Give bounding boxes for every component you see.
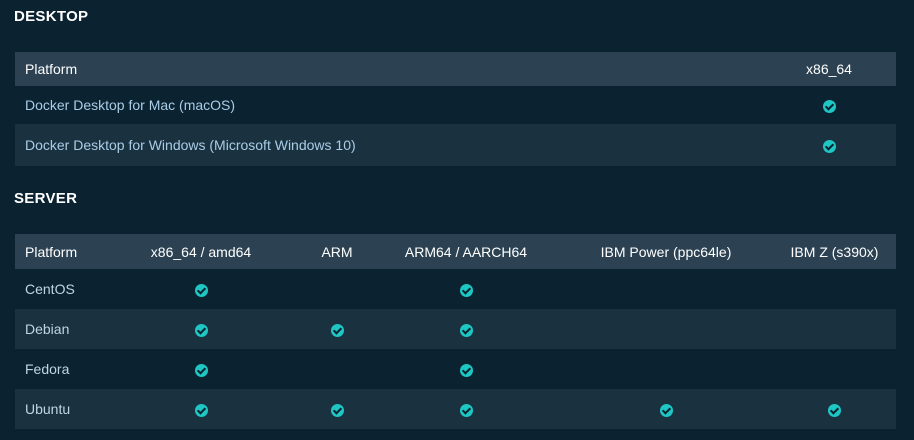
- server-platform-table: Platform x86_64 / amd64 ARM ARM64 / AARC…: [15, 234, 896, 429]
- check-circle-icon: [459, 323, 473, 337]
- support-cell: [101, 389, 301, 429]
- support-cell: [101, 269, 301, 309]
- check-circle-icon: [659, 403, 673, 417]
- table-row: Debian: [15, 309, 896, 349]
- column-header-platform: Platform: [25, 61, 78, 77]
- check-circle-icon: [459, 403, 473, 417]
- table-header-row: Platform x86_64 / amd64 ARM ARM64 / AARC…: [15, 234, 896, 269]
- check-circle-icon: [822, 99, 836, 113]
- support-cell: [101, 349, 301, 389]
- table-row: CentOS: [15, 269, 896, 309]
- check-circle-icon: [330, 403, 344, 417]
- support-cell: [373, 309, 559, 349]
- column-header-ibm-z: IBM Z (s390x): [790, 243, 879, 260]
- support-cell: [373, 349, 559, 389]
- check-circle-icon: [194, 363, 208, 377]
- column-header-arm: ARM: [321, 243, 353, 260]
- platform-link-docker-desktop-windows[interactable]: Docker Desktop for Windows (Microsoft Wi…: [15, 124, 762, 166]
- column-header-arm64-aarch64: ARM64 / AARCH64: [404, 243, 528, 260]
- support-cell: [773, 269, 896, 309]
- support-cell: [559, 309, 773, 349]
- column-header-x86-64-amd64: x86_64 / amd64: [150, 243, 252, 260]
- table-row: Docker Desktop for Windows (Microsoft Wi…: [15, 124, 896, 166]
- support-cell: [762, 124, 896, 166]
- check-circle-icon: [194, 403, 208, 417]
- platform-link-docker-desktop-mac[interactable]: Docker Desktop for Mac (macOS): [15, 86, 762, 124]
- column-header-ibm-power: IBM Power (ppc64le): [600, 243, 732, 260]
- desktop-platform-table: Platform x86_64 Docker Desktop for Mac (…: [15, 52, 896, 166]
- support-cell: [101, 309, 301, 349]
- support-cell: [559, 349, 773, 389]
- check-circle-icon: [194, 323, 208, 337]
- support-cell: [373, 269, 559, 309]
- support-cell: [301, 389, 373, 429]
- support-cell: [762, 86, 896, 124]
- server-section-heading: SERVER: [14, 190, 78, 207]
- support-cell: [773, 389, 896, 429]
- platform-name-ubuntu: Ubuntu: [25, 401, 71, 417]
- table-row: Docker Desktop for Mac (macOS): [15, 86, 896, 124]
- check-circle-icon: [459, 363, 473, 377]
- support-cell: [773, 349, 896, 389]
- support-cell: [301, 309, 373, 349]
- check-circle-icon: [194, 283, 208, 297]
- check-circle-icon: [828, 403, 841, 417]
- table-header-row: Platform x86_64: [15, 52, 896, 86]
- platform-name-fedora: Fedora: [25, 361, 70, 377]
- support-cell: [301, 349, 373, 389]
- column-header-x86-64: x86_64: [806, 61, 852, 77]
- table-row: Ubuntu: [15, 389, 896, 429]
- support-cell: [773, 309, 896, 349]
- support-cell: [559, 269, 773, 309]
- check-circle-icon: [330, 323, 344, 337]
- check-circle-icon: [459, 283, 473, 297]
- column-header-platform: Platform: [25, 243, 78, 260]
- support-cell: [559, 389, 773, 429]
- support-cell: [373, 389, 559, 429]
- check-circle-icon: [822, 139, 836, 153]
- platform-name-centos: CentOS: [25, 281, 75, 297]
- desktop-section-heading: DESKTOP: [14, 8, 89, 25]
- platform-name-debian: Debian: [25, 321, 70, 337]
- support-cell: [301, 269, 373, 309]
- table-row: Fedora: [15, 349, 896, 389]
